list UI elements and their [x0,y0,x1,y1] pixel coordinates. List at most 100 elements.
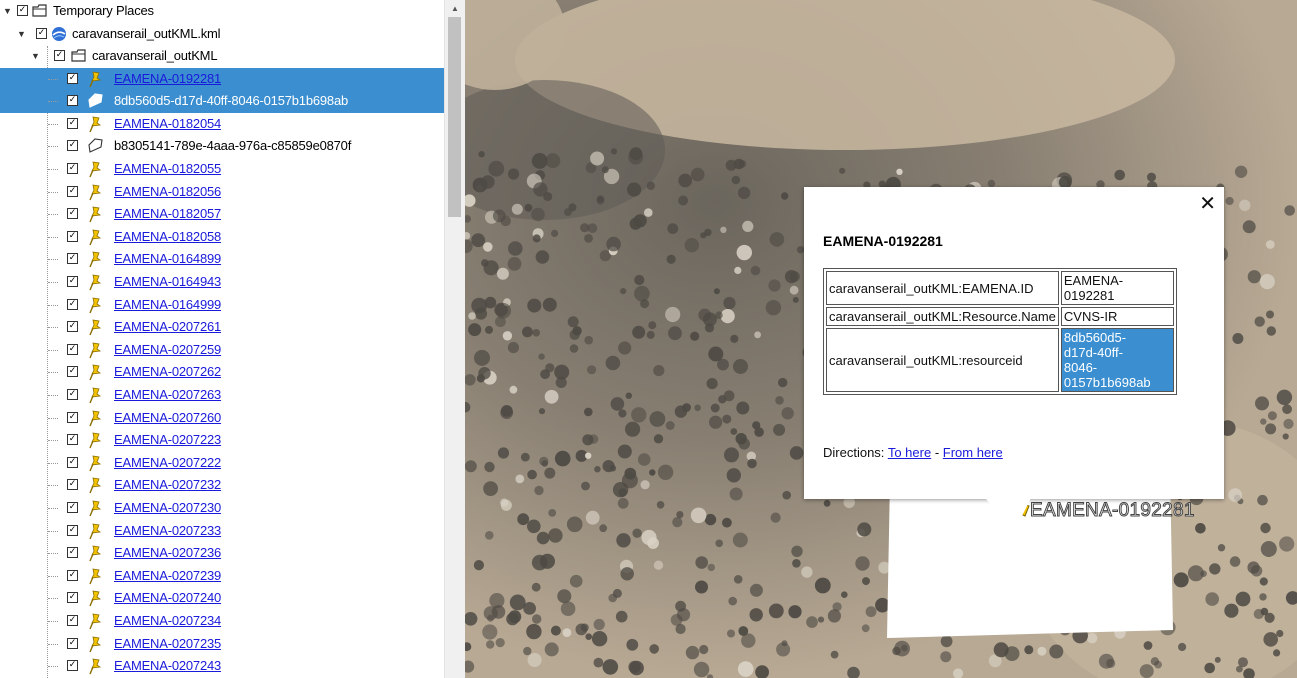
placemark-row[interactable]: ✓ b8305141-789e-4aaa-976a-c85859e0870f [0,135,444,158]
tree-scrollbar[interactable]: ▲ [444,0,465,678]
placemark-label[interactable]: EAMENA-0207243 [114,655,221,677]
visibility-checkbox[interactable]: ✓ [67,185,78,197]
placemark-label[interactable]: EAMENA-0207232 [114,474,221,496]
placemark-label[interactable]: EAMENA-0164999 [114,294,221,316]
visibility-checkbox[interactable]: ✓ [17,5,28,16]
placemark-row[interactable]: ✓ EAMENA-0207239 [0,565,444,588]
placemark-label[interactable]: EAMENA-0207259 [114,339,221,361]
visibility-checkbox[interactable]: ✓ [67,117,78,129]
visibility-checkbox[interactable]: ✓ [67,230,78,242]
placemark-row[interactable]: ✓ EAMENA-0207230 [0,497,444,520]
visibility-checkbox[interactable]: ✓ [67,456,78,468]
placemark-row[interactable]: ✓ EAMENA-0207234 [0,610,444,633]
from-here-link[interactable]: From here [943,445,1003,460]
visibility-checkbox[interactable]: ✓ [67,434,78,446]
placemark-row[interactable]: ✓ 8db560d5-d17d-40ff-8046-0157b1b698ab [0,90,444,113]
placemark-row[interactable]: ✓ EAMENA-0207259 [0,339,444,362]
placemark-row[interactable]: ✓ EAMENA-0207223 [0,429,444,452]
visibility-checkbox[interactable]: ✓ [67,140,78,152]
placemark-row[interactable]: ✓ EAMENA-0207263 [0,384,444,407]
visibility-checkbox[interactable]: ✓ [67,275,78,287]
placemark-label[interactable]: EAMENA-0207230 [114,497,221,519]
visibility-checkbox[interactable]: ✓ [67,547,78,559]
placemark-label[interactable]: EAMENA-0182058 [114,226,221,248]
placemark-label[interactable]: EAMENA-0207261 [114,316,221,338]
placemark-row[interactable]: ✓ EAMENA-0207243 [0,655,444,678]
placemark-map-label[interactable]: EAMENA-0192281 [1030,500,1195,522]
placemark-label[interactable]: EAMENA-0182054 [114,113,221,135]
visibility-checkbox[interactable]: ✓ [67,343,78,355]
attribute-value[interactable]: 8db560d5- d17d-40ff- 8046- 0157b1b698ab [1060,328,1174,392]
attribute-value[interactable]: EAMENA- 0192281 [1060,271,1174,305]
visibility-checkbox[interactable]: ✓ [67,524,78,536]
placemark-label[interactable]: EAMENA-0182056 [114,181,221,203]
placemark-row[interactable]: ✓ EAMENA-0192281 [0,67,444,90]
placemark-row[interactable]: ✓ EAMENA-0207222 [0,452,444,475]
placemark-label[interactable]: 8db560d5-d17d-40ff-8046-0157b1b698ab [114,90,348,112]
placemark-row[interactable]: ✓ EAMENA-0207261 [0,316,444,339]
visibility-checkbox[interactable]: ✓ [67,388,78,400]
placemark-label[interactable]: EAMENA-0182057 [114,203,221,225]
placemark-label[interactable]: EAMENA-0164899 [114,248,221,270]
visibility-checkbox[interactable]: ✓ [67,366,78,378]
placemark-label[interactable]: b8305141-789e-4aaa-976a-c85859e0870f [114,135,351,157]
placemark-row[interactable]: ✓ EAMENA-0207235 [0,633,444,656]
tree-row-folder[interactable]: ▼ ✓ caravanserail_outKML [0,45,444,68]
attribute-value[interactable]: CVNS-IR [1060,307,1174,326]
scroll-up-arrow-icon[interactable]: ▲ [445,0,465,17]
placemark-row[interactable]: ✓ EAMENA-0207232 [0,474,444,497]
placemark-label[interactable]: EAMENA-0207240 [114,587,221,609]
placemark-row[interactable]: ✓ EAMENA-0207262 [0,361,444,384]
placemark-label[interactable]: EAMENA-0207223 [114,429,221,451]
visibility-checkbox[interactable]: ✓ [67,637,78,649]
visibility-checkbox[interactable]: ✓ [67,614,78,626]
placemark-row[interactable]: ✓ EAMENA-0207233 [0,520,444,543]
collapse-arrow-icon[interactable]: ▼ [17,23,26,45]
placemark-row[interactable]: ✓ EAMENA-0207236 [0,542,444,565]
visibility-checkbox[interactable]: ✓ [67,72,78,84]
placemark-row[interactable]: ✓ EAMENA-0182054 [0,113,444,136]
collapse-arrow-icon[interactable]: ▼ [3,0,12,22]
placemark-row[interactable]: ✓ EAMENA-0182055 [0,158,444,181]
visibility-checkbox[interactable]: ✓ [67,208,78,220]
placemark-label[interactable]: EAMENA-0207262 [114,361,221,383]
to-here-link[interactable]: To here [888,445,931,460]
visibility-checkbox[interactable]: ✓ [67,411,78,423]
placemark-label[interactable]: EAMENA-0207260 [114,407,221,429]
visibility-checkbox[interactable]: ✓ [67,253,78,265]
placemark-label[interactable]: EAMENA-0207236 [114,542,221,564]
tree-row-kml-file[interactable]: ▼ ✓ caravanserail_outKML.kml [0,23,444,46]
placemark-label[interactable]: EAMENA-0164943 [114,271,221,293]
visibility-checkbox[interactable]: ✓ [67,569,78,581]
tree-row-temporary-places[interactable]: ▼ ✓ Temporary Places [0,0,444,23]
visibility-checkbox[interactable]: ✓ [67,321,78,333]
placemark-row[interactable]: ✓ EAMENA-0207260 [0,407,444,430]
placemark-row[interactable]: ✓ EAMENA-0164899 [0,248,444,271]
placemark-row[interactable]: ✓ EAMENA-0182058 [0,226,444,249]
placemark-label[interactable]: EAMENA-0182055 [114,158,221,180]
collapse-arrow-icon[interactable]: ▼ [31,45,40,67]
visibility-checkbox[interactable]: ✓ [54,50,65,61]
placemark-row[interactable]: ✓ EAMENA-0207240 [0,587,444,610]
scroll-thumb[interactable] [448,17,461,217]
placemark-label[interactable]: EAMENA-0192281 [114,68,221,90]
visibility-checkbox[interactable]: ✓ [67,592,78,604]
placemark-label[interactable]: EAMENA-0207239 [114,565,221,587]
visibility-checkbox[interactable]: ✓ [67,162,78,174]
placemark-row[interactable]: ✓ EAMENA-0182057 [0,203,444,226]
visibility-checkbox[interactable]: ✓ [36,27,47,39]
placemark-row[interactable]: ✓ EAMENA-0164943 [0,271,444,294]
visibility-checkbox[interactable]: ✓ [67,298,78,310]
placemark-label[interactable]: EAMENA-0207235 [114,633,221,655]
placemark-row[interactable]: ✓ EAMENA-0182056 [0,181,444,204]
placemark-label[interactable]: EAMENA-0207234 [114,610,221,632]
placemark-label[interactable]: EAMENA-0207263 [114,384,221,406]
placemark-row[interactable]: ✓ EAMENA-0164999 [0,294,444,317]
visibility-checkbox[interactable]: ✓ [67,501,78,513]
visibility-checkbox[interactable]: ✓ [67,660,78,672]
visibility-checkbox[interactable]: ✓ [67,479,78,491]
visibility-checkbox[interactable]: ✓ [67,95,78,107]
placemark-label[interactable]: EAMENA-0207222 [114,452,221,474]
placemark-label[interactable]: EAMENA-0207233 [114,520,221,542]
close-icon[interactable]: ✕ [1199,191,1216,215]
